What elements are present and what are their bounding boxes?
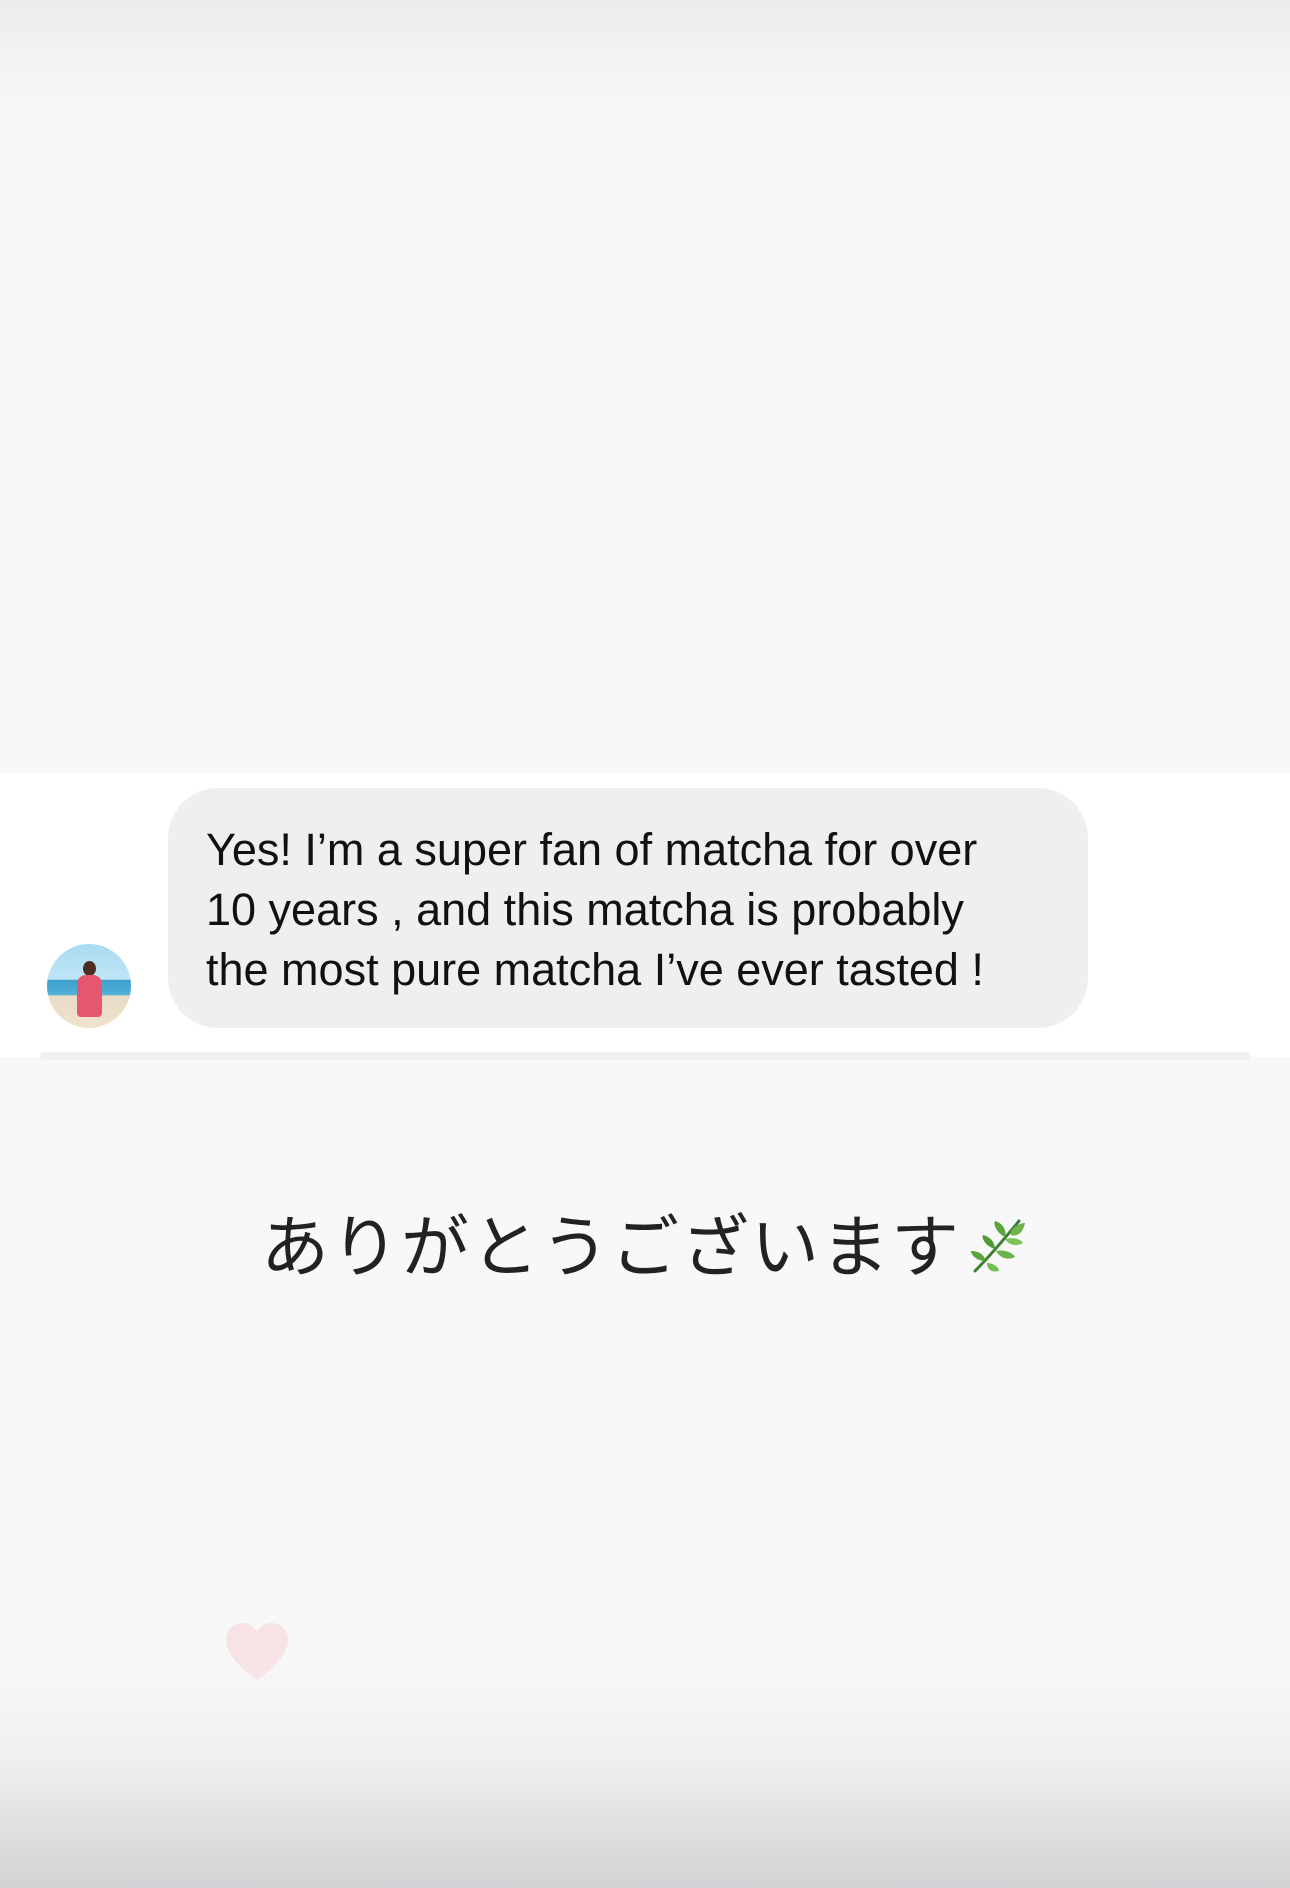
card-bottom-edge xyxy=(40,1052,1250,1060)
message-text: Yes! I’m a super fan of matcha for over … xyxy=(206,824,984,995)
herb-leaf-icon xyxy=(971,1219,1025,1273)
avatar-person-head xyxy=(83,961,96,976)
message-bubble[interactable]: Yes! I’m a super fan of matcha for over … xyxy=(168,788,1088,1028)
avatar[interactable] xyxy=(47,944,131,1028)
bottom-gradient xyxy=(0,1660,1290,1888)
story-caption: ありがとうございます xyxy=(0,1192,1290,1291)
top-gradient xyxy=(0,0,1290,140)
avatar-person-body xyxy=(77,975,102,1017)
caption-text: ありがとうございます xyxy=(260,1209,961,1288)
